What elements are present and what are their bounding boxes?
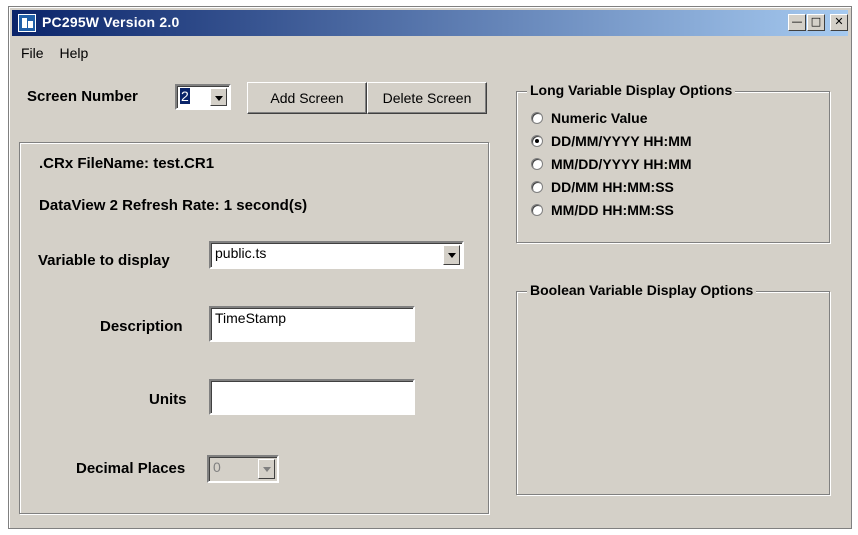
add-screen-button[interactable]: Add Screen — [247, 82, 367, 114]
menu-bar: File Help — [21, 45, 100, 61]
screen-number-value: 2 — [180, 88, 190, 104]
units-field[interactable] — [209, 379, 415, 415]
minimize-button[interactable]: — — [788, 14, 806, 31]
menu-file[interactable]: File — [21, 45, 44, 61]
boolean-options-title: Boolean Variable Display Options — [527, 282, 757, 298]
app-window: PC295W Version 2.0 — □ ✕ File Help Scree… — [8, 6, 852, 529]
radio-label: MM/DD/YYYY HH:MM — [551, 156, 692, 172]
delete-screen-label: Delete Screen — [382, 90, 472, 106]
radio-label: MM/DD HH:MM:SS — [551, 202, 674, 218]
decimal-places-label: Decimal Places — [76, 460, 186, 477]
radio-dd-mm-time[interactable]: DD/MM HH:MM:SS — [531, 179, 674, 195]
description-label: Description — [100, 318, 183, 335]
chevron-down-icon[interactable] — [443, 245, 460, 265]
radio-label: Numeric Value — [551, 110, 648, 126]
radio-icon — [531, 158, 543, 170]
description-value: TimeStamp — [215, 310, 287, 326]
radio-icon — [531, 112, 543, 124]
radio-dd-mm-yyyy[interactable]: DD/MM/YYYY HH:MM — [531, 133, 692, 149]
maximize-button[interactable]: □ — [807, 14, 825, 31]
radio-label: DD/MM HH:MM:SS — [551, 179, 674, 195]
radio-selected-icon — [531, 135, 543, 147]
close-button[interactable]: ✕ — [830, 14, 848, 31]
radio-numeric-value[interactable]: Numeric Value — [531, 110, 648, 126]
variable-label: Variable to display — [38, 252, 170, 269]
decimal-places-select[interactable]: 0 — [207, 455, 279, 483]
variable-select[interactable]: public.ts — [209, 241, 464, 269]
radio-mm-dd-time[interactable]: MM/DD HH:MM:SS — [531, 202, 674, 218]
menu-help[interactable]: Help — [59, 45, 88, 61]
screen-number-select[interactable]: 2 — [175, 84, 231, 110]
radio-label: DD/MM/YYYY HH:MM — [551, 133, 692, 149]
radio-icon — [531, 204, 543, 216]
title-bar: PC295W Version 2.0 — □ ✕ — [12, 10, 848, 36]
chevron-down-icon — [258, 459, 275, 479]
add-screen-label: Add Screen — [270, 90, 344, 106]
refresh-rate: DataView 2 Refresh Rate: 1 second(s) — [39, 197, 308, 214]
chevron-down-icon[interactable] — [210, 88, 227, 106]
decimal-places-value: 0 — [213, 459, 221, 475]
app-icon[interactable] — [18, 14, 36, 32]
screen-number-label: Screen Number — [27, 88, 138, 105]
radio-mm-dd-yyyy[interactable]: MM/DD/YYYY HH:MM — [531, 156, 692, 172]
crx-filename: .CRx FileName: test.CR1 — [39, 155, 215, 172]
variable-value: public.ts — [215, 245, 267, 261]
radio-icon — [531, 181, 543, 193]
description-field[interactable]: TimeStamp — [209, 306, 415, 342]
delete-screen-button[interactable]: Delete Screen — [367, 82, 487, 114]
boolean-options-group — [516, 291, 830, 495]
window-title: PC295W Version 2.0 — [42, 14, 180, 30]
long-options-title: Long Variable Display Options — [527, 82, 736, 98]
units-label: Units — [149, 391, 187, 408]
